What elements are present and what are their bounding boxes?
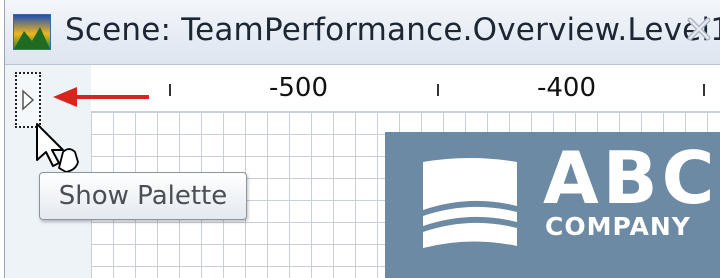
scene-icon <box>13 14 51 50</box>
window-titlebar: Scene: TeamPerformance.Overview.Level1 <box>5 0 720 65</box>
ruler-tick <box>169 84 171 96</box>
show-palette-button[interactable] <box>15 72 41 128</box>
close-icon[interactable] <box>681 10 717 48</box>
logo-abc-text: ABC <box>543 136 719 220</box>
triangle-right-icon <box>22 89 35 111</box>
hand-cursor-icon <box>36 123 79 173</box>
ruler-label: -400 <box>537 73 597 103</box>
abc-company-logo[interactable]: ABC COMPANY <box>385 132 720 278</box>
logo-waves-icon <box>423 158 517 248</box>
horizontal-ruler: -500 -400 <box>91 65 720 112</box>
window-title: Scene: TeamPerformance.Overview.Level1 <box>65 12 720 48</box>
ruler-label: -500 <box>269 73 329 103</box>
ruler-tick <box>703 84 705 96</box>
show-palette-tooltip: Show Palette <box>39 172 247 220</box>
red-arrow-left-icon <box>53 87 149 107</box>
logo-company-text: COMPANY <box>545 212 691 241</box>
ruler-tick <box>437 84 439 96</box>
scene-window: Scene: TeamPerformance.Overview.Level1 -… <box>4 0 720 278</box>
